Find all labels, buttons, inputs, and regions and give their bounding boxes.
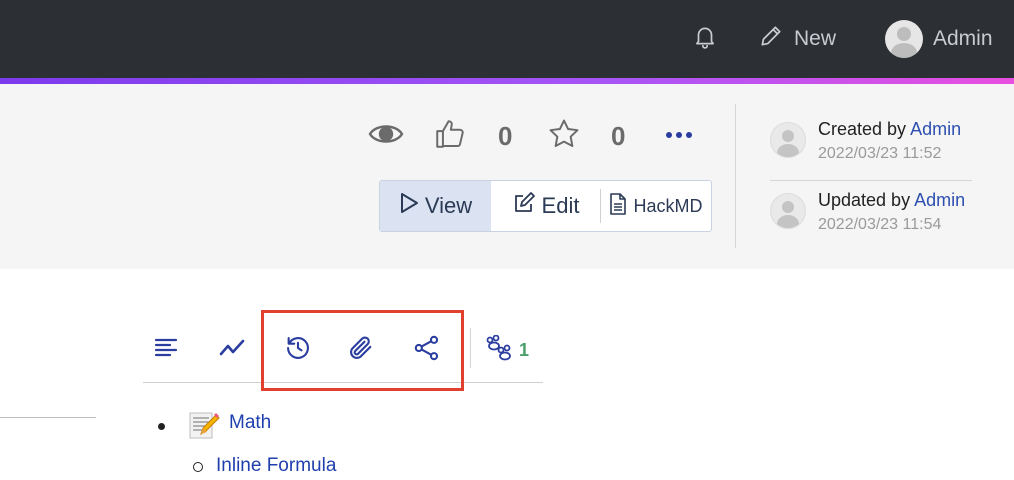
eye-icon (368, 120, 404, 153)
toc-tab[interactable] (150, 334, 182, 366)
document-icon (609, 192, 627, 221)
updated-time: 2022/03/23 11:54 (818, 216, 942, 233)
list-bullet-hollow (193, 462, 203, 472)
bell-icon (692, 23, 718, 55)
list-icon (153, 337, 179, 364)
user-menu[interactable]: Admin (885, 0, 993, 78)
seen-users-button[interactable] (368, 114, 404, 158)
created-time: 2022/03/23 11:52 (818, 145, 942, 162)
new-label: New (794, 27, 837, 50)
created-prefix: Created by (818, 119, 907, 139)
avatar (885, 20, 923, 58)
meta-divider (770, 180, 972, 181)
updated-info: Updated by Admin 2022/03/23 11:54 (770, 189, 965, 236)
avatar (770, 122, 806, 158)
avatar (770, 193, 806, 229)
toc-item-inline-formula[interactable]: Inline Formula (216, 455, 336, 477)
more-options-button[interactable] (665, 114, 693, 158)
memo-icon (188, 410, 220, 445)
star-icon (546, 117, 582, 156)
footprint-count: 1 (519, 339, 530, 360)
hackmd-label: HackMD (633, 195, 703, 216)
view-label: View (424, 193, 473, 218)
view-button[interactable]: View (380, 181, 491, 231)
toc-item-math[interactable]: Math (229, 412, 271, 434)
new-page-button[interactable]: New (758, 0, 836, 78)
created-info: Created by Admin 2022/03/23 11:52 (770, 118, 961, 165)
updater-link[interactable]: Admin (914, 190, 965, 210)
view-mode-button-group: View Edit HackMD (379, 180, 712, 232)
play-icon (399, 192, 419, 220)
like-button[interactable] (433, 114, 467, 158)
notification-bell[interactable] (692, 0, 718, 78)
list-bullet (158, 423, 165, 430)
trend-icon (218, 337, 246, 364)
footprint-icon (485, 334, 515, 366)
edit-label: Edit (541, 193, 580, 218)
highlight-box (261, 310, 464, 391)
thumbs-up-icon (433, 117, 467, 156)
updated-prefix: Updated by (818, 190, 911, 210)
sidebar-rule (0, 417, 96, 418)
bookmark-count: 0 (611, 120, 626, 151)
like-count: 0 (498, 120, 513, 151)
header-divider (735, 104, 736, 248)
edit-icon (512, 191, 536, 221)
bookmark-button[interactable] (546, 114, 582, 158)
top-navbar: New Admin (0, 0, 1014, 78)
creator-link[interactable]: Admin (910, 119, 961, 139)
recent-changes-tab[interactable] (216, 334, 248, 366)
page-header (0, 84, 1014, 269)
hackmd-button[interactable]: HackMD (601, 181, 711, 231)
footprint-tab[interactable]: 1 (485, 334, 529, 366)
user-name: Admin (933, 27, 993, 50)
edit-button[interactable]: Edit (491, 189, 601, 223)
pencil-icon (758, 23, 784, 55)
more-icon (665, 127, 693, 145)
toolbar-divider (470, 328, 471, 368)
